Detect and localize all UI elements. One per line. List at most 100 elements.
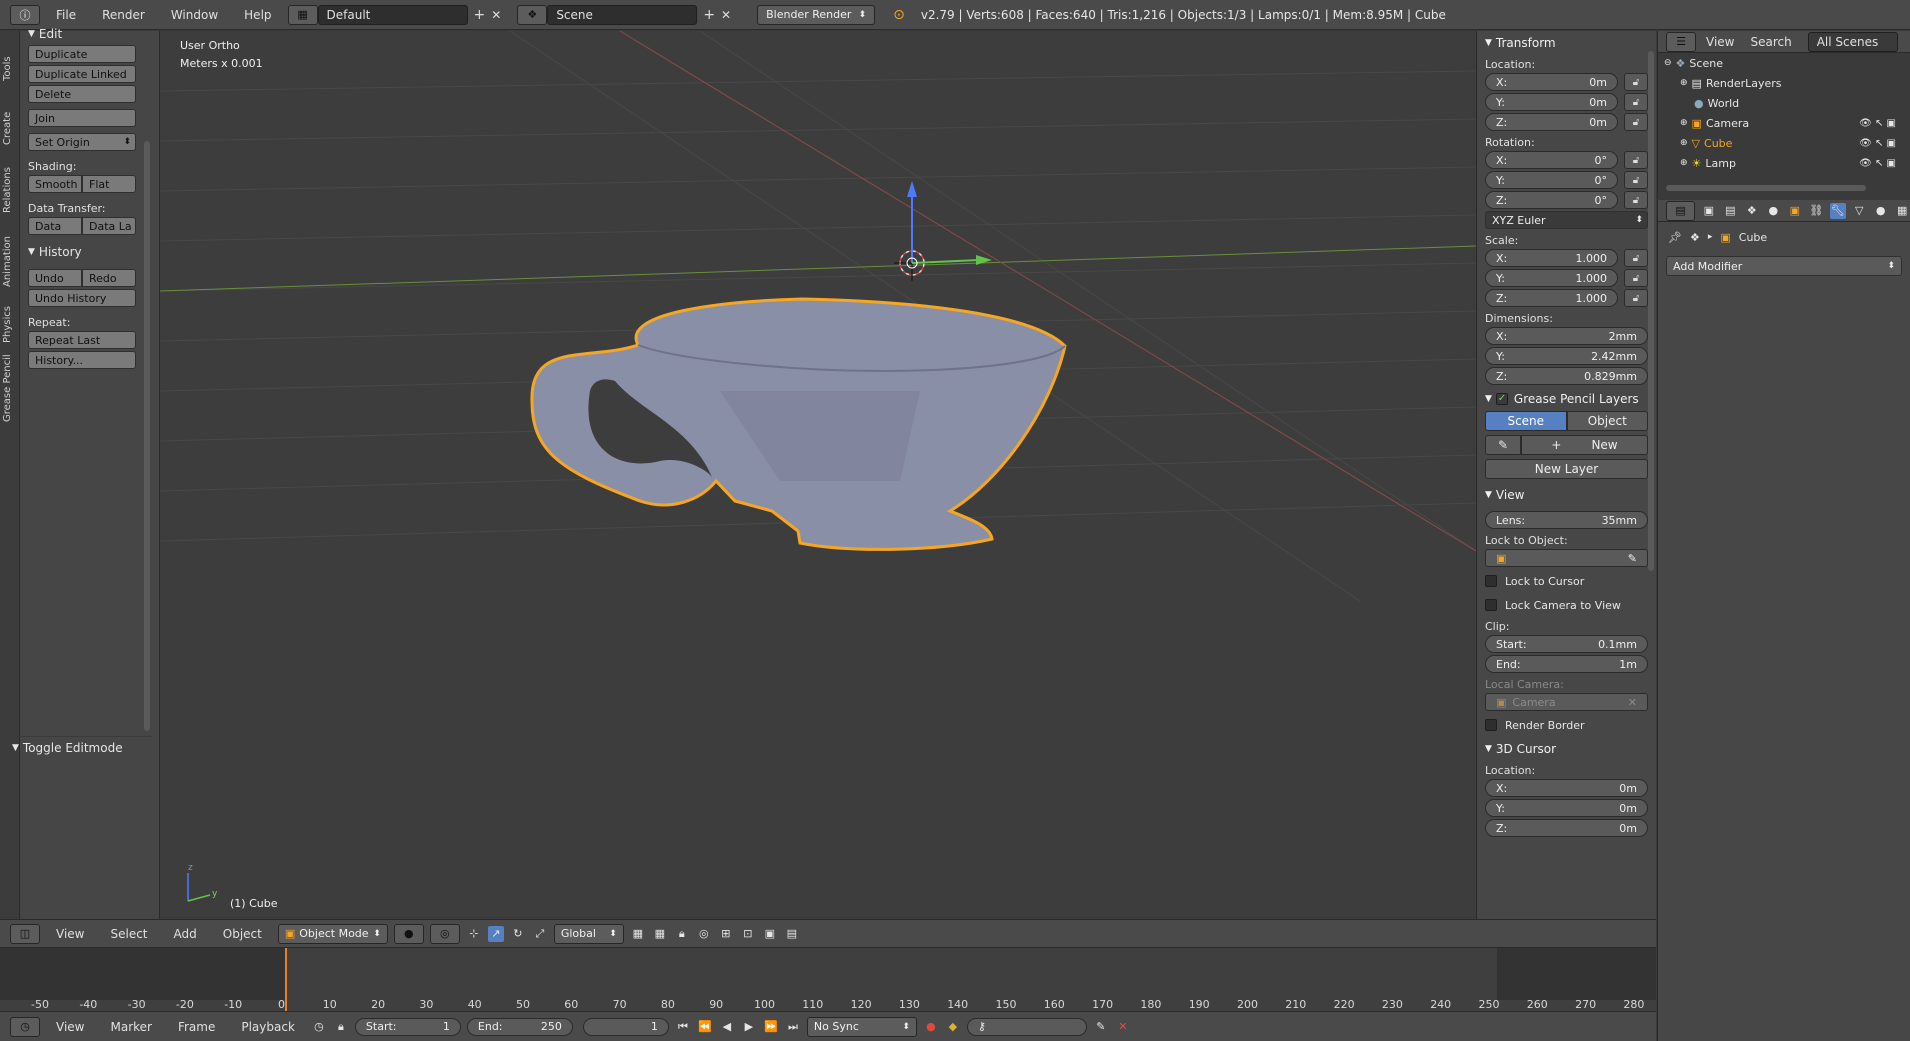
data-layers-button[interactable]: Data La	[82, 217, 136, 235]
add-modifier-dropdown[interactable]: Add Modifier ⬍	[1666, 256, 1902, 276]
npanel-scrollbar[interactable]	[1648, 51, 1654, 571]
record-icon[interactable]: ●	[923, 1019, 939, 1035]
object-tab-icon[interactable]: ▣	[1787, 203, 1802, 219]
menu-help[interactable]: Help	[234, 8, 281, 22]
undo-history-button[interactable]: Undo History	[28, 289, 136, 307]
render-layers-tab-icon[interactable]: ▤	[1723, 203, 1738, 219]
render-opengl-icon[interactable]: ▣	[762, 926, 778, 942]
local-camera-field[interactable]: ▣ Camera ✕	[1485, 693, 1648, 711]
restrict-icons[interactable]: 👁︎ ↖ ▣	[1859, 138, 1896, 149]
viewport-shading-dropdown[interactable]: ●	[393, 923, 424, 944]
checkbox[interactable]	[1485, 599, 1497, 611]
close-icon[interactable]: ✕	[1628, 696, 1637, 709]
keying-set-icon[interactable]: ◆	[945, 1019, 961, 1035]
set-origin-dropdown[interactable]: Set Origin ⬍	[28, 133, 136, 151]
flat-button[interactable]: Flat	[82, 175, 136, 193]
render-engine-dropdown[interactable]: Blender Render ⬍	[757, 4, 876, 25]
pivot-point-dropdown[interactable]: ◎	[429, 923, 460, 944]
scene-dropdown[interactable]: Scene	[547, 4, 698, 25]
undo-button[interactable]: Undo	[28, 269, 82, 287]
add-scene-icon[interactable]: +	[703, 7, 715, 23]
mode-dropdown[interactable]: ▣ Object Mode ⬍	[277, 923, 388, 944]
join-button[interactable]: Join	[28, 109, 136, 127]
checkbox[interactable]	[1485, 719, 1497, 731]
lens-field[interactable]: Lens: 35mm	[1485, 511, 1648, 529]
play-icon[interactable]: ▶	[741, 1019, 757, 1035]
snap-element-icon[interactable]: ⊡	[740, 926, 756, 942]
rotation-mode-dropdown[interactable]: XYZ Euler ⬍	[1485, 211, 1648, 229]
menu-object[interactable]: Object	[213, 927, 272, 941]
smooth-button[interactable]: Smooth	[28, 175, 82, 193]
jump-keyframe-forward-icon[interactable]: ⏩	[763, 1019, 779, 1035]
lock-icon[interactable]: 🔓︎	[1624, 73, 1648, 91]
menu-render[interactable]: Render	[92, 8, 155, 22]
layer-buttons-icon[interactable]: ▦	[652, 926, 668, 942]
lock-icon[interactable]: 🔓︎	[1624, 289, 1648, 307]
gp-new-layer-button[interactable]: New Layer	[1485, 459, 1648, 479]
scale-x-field[interactable]: X: 1.000	[1485, 249, 1618, 267]
duplicate-button[interactable]: Duplicate	[28, 45, 136, 63]
edit-panel-header[interactable]: ▼ Edit	[28, 23, 136, 45]
add-layout-icon[interactable]: +	[474, 7, 486, 23]
lock-icon[interactable]: 🔓︎	[1624, 191, 1648, 209]
history-panel-header[interactable]: ▼ History	[28, 241, 136, 263]
grease-pencil-panel-header[interactable]: ▼ ✓ Grease Pencil Layers	[1485, 387, 1648, 411]
timeline[interactable]: -50 -40 -30 -20 -10 0 10 20 30 40 50 60 70 80 90 100 110…	[0, 947, 1656, 1011]
sync-mode-dropdown[interactable]: No Sync ⬍	[806, 1016, 917, 1037]
cursor-z-field[interactable]: Z: 0m	[1485, 819, 1648, 837]
lock-icon[interactable]: 🔓︎	[1624, 93, 1648, 111]
insert-keyframe-icon[interactable]: ✎	[1093, 1019, 1109, 1035]
menu-select[interactable]: Select	[100, 927, 157, 941]
cursor-y-field[interactable]: Y: 0m	[1485, 799, 1648, 817]
outliner-row-lamp[interactable]: ⊕ ☀ Lamp 👁︎ ↖ ▣	[1658, 153, 1910, 173]
manipulator-toggle-icon[interactable]: ⊹	[466, 926, 482, 942]
pencil-icon[interactable]: ✎	[1485, 435, 1521, 455]
render-border-checkbox[interactable]: Render Border	[1485, 713, 1648, 737]
properties-type-button[interactable]: ▤	[1666, 200, 1696, 221]
timeline-type-button[interactable]: ◷	[10, 1016, 40, 1037]
outliner-row-renderlayers[interactable]: ⊕ ▤ RenderLayers	[1658, 73, 1910, 93]
tab-relations[interactable]: Relations	[2, 157, 18, 223]
expand-icon[interactable]: ⊕	[1680, 138, 1688, 148]
lock-icon[interactable]: 🔓︎	[1624, 151, 1648, 169]
outliner-scrollbar[interactable]	[1666, 185, 1866, 191]
scale-z-field[interactable]: Z: 1.000	[1485, 289, 1618, 307]
scene-tab-icon[interactable]: ❖	[1744, 203, 1759, 219]
clip-end-field[interactable]: End: 1m	[1485, 655, 1648, 673]
jump-start-icon[interactable]: ⏮	[675, 1019, 691, 1035]
expand-icon[interactable]: ⊕	[1680, 158, 1688, 168]
rotation-x-field[interactable]: X: 0°	[1485, 151, 1618, 169]
outliner-search-menu[interactable]: Search	[1744, 35, 1797, 49]
dimensions-y-field[interactable]: Y: 2.42mm	[1485, 347, 1648, 365]
cursor-x-field[interactable]: X: 0m	[1485, 779, 1648, 797]
tab-grease-pencil[interactable]: Grease Pencil	[2, 353, 18, 423]
dimensions-z-field[interactable]: Z: 0.829mm	[1485, 367, 1648, 385]
lock-icon[interactable]: 🔒︎	[333, 1019, 349, 1035]
jump-end-icon[interactable]: ⏭	[785, 1019, 801, 1035]
menu-marker[interactable]: Marker	[100, 1020, 161, 1034]
3d-cursor-panel-header[interactable]: ▼ 3D Cursor	[1485, 737, 1648, 761]
close-layout-icon[interactable]: ✕	[491, 8, 501, 22]
start-frame-field[interactable]: Start: 1	[354, 1017, 461, 1036]
scene-icon-button[interactable]: ❖	[517, 4, 548, 25]
duplicate-linked-button[interactable]: Duplicate Linked	[28, 65, 136, 83]
toggle-editmode-panel-header[interactable]: ▼ Toggle Editmode	[12, 736, 152, 758]
history-ellipsis-button[interactable]: History...	[28, 351, 136, 369]
play-reverse-icon[interactable]: ◀	[719, 1019, 735, 1035]
expand-icon[interactable]: ⊕	[1680, 118, 1688, 128]
data-button[interactable]: Data	[28, 217, 82, 235]
outliner-row-scene[interactable]: ⊖ ❖ Scene	[1658, 53, 1910, 73]
location-x-field[interactable]: X: 0m	[1485, 73, 1618, 91]
jump-keyframe-back-icon[interactable]: ⏪	[697, 1019, 713, 1035]
render-tab-icon[interactable]: ▣	[1701, 203, 1716, 219]
repeat-last-button[interactable]: Repeat Last	[28, 331, 136, 349]
checkbox[interactable]	[1485, 575, 1497, 587]
current-frame-field[interactable]: 1	[582, 1017, 669, 1036]
screen-layout-dropdown[interactable]: Default	[317, 4, 468, 25]
3d-viewport[interactable]: User Ortho Meters x 0.001 z y (1) Cube	[160, 31, 1476, 919]
scale-y-field[interactable]: Y: 1.000	[1485, 269, 1618, 287]
gp-scene-button[interactable]: Scene	[1485, 411, 1567, 431]
clip-start-field[interactable]: Start: 0.1mm	[1485, 635, 1648, 653]
lock-to-object-field[interactable]: ▣ ✎	[1485, 549, 1648, 567]
delete-button[interactable]: Delete	[28, 85, 136, 103]
